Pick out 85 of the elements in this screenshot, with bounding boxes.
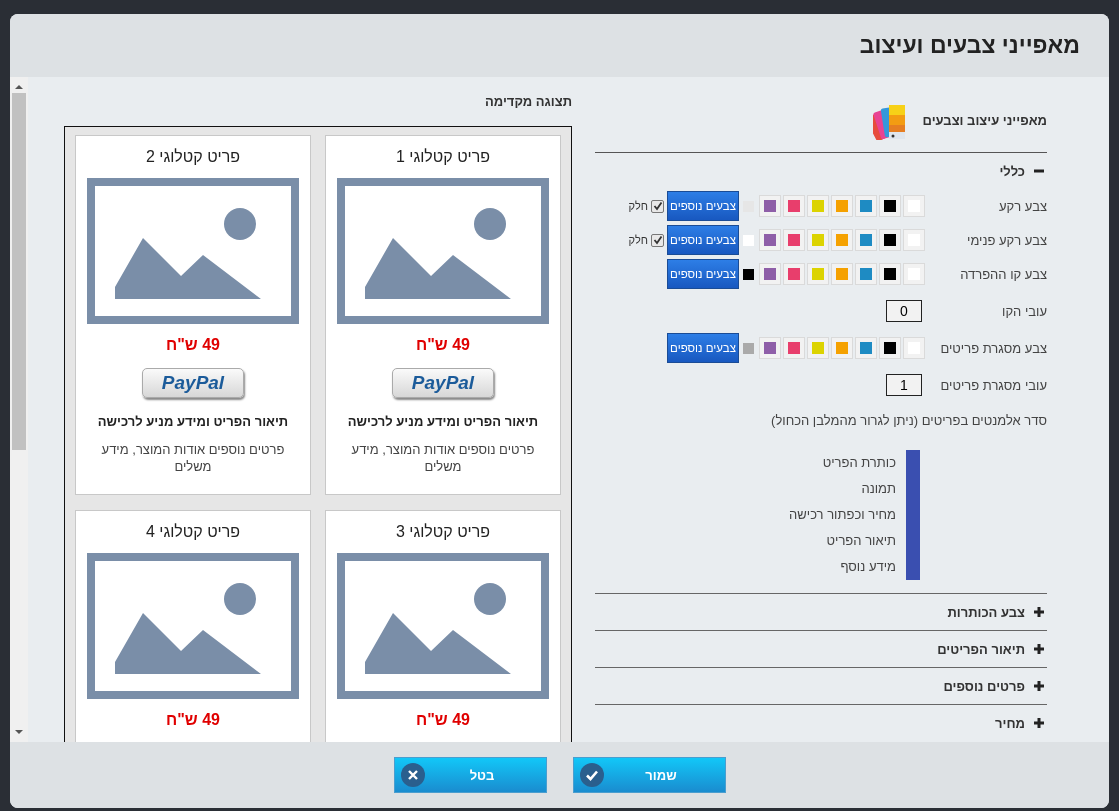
section-title[interactable]: פרטים נוספים <box>943 678 1025 694</box>
scrollbar[interactable] <box>10 77 28 742</box>
color-swatch[interactable] <box>855 229 877 251</box>
image-placeholder-icon <box>337 553 549 699</box>
card-details: פרטים נוספים אודות המוצר, מידע משלים <box>350 441 536 475</box>
section-title[interactable]: מחיר <box>995 715 1025 731</box>
field-label: עובי מסגרת פריטים <box>939 377 1047 393</box>
color-swatch[interactable] <box>903 337 925 359</box>
more-colors-button[interactable]: צבעים נוספים <box>667 259 739 289</box>
checkbox[interactable] <box>651 199 664 213</box>
list-item: תמונה <box>861 481 896 496</box>
card-description: תיאור הפריט ומידע מניע לרכישה <box>347 414 539 429</box>
field-label: עובי הקו <box>1001 303 1047 319</box>
card-title: פריט קטלוגי 1 <box>395 148 491 167</box>
card-details: פרטים נוספים אודות המוצר, מידע משלים <box>100 441 286 475</box>
color-swatch[interactable] <box>903 229 925 251</box>
color-swatch[interactable] <box>831 337 853 359</box>
plus-icon[interactable] <box>1033 680 1045 692</box>
card-title: פריט קטלוגי 3 <box>395 523 491 542</box>
preview-title: תצוגה מקדימה <box>483 94 572 111</box>
color-swatch[interactable] <box>807 229 829 251</box>
color-swatch[interactable] <box>879 195 901 217</box>
card-description: תיאור הפריט ומידע מניע לרכישה <box>97 414 289 429</box>
number-field[interactable]: 1 <box>886 374 922 396</box>
color-swatch[interactable] <box>879 263 901 285</box>
color-swatch[interactable] <box>807 337 829 359</box>
color-swatch[interactable] <box>783 263 805 285</box>
more-colors-button[interactable]: צבעים נוספים <box>667 225 739 255</box>
dialog-title: מאפייני צבעים ועיצוב <box>859 32 1080 59</box>
paypal-button[interactable]: PayPal <box>142 368 244 398</box>
image-placeholder-icon <box>337 178 549 324</box>
color-swatch[interactable] <box>831 229 853 251</box>
close-icon <box>400 763 425 787</box>
drag-handle[interactable] <box>906 553 920 580</box>
plus-icon[interactable] <box>1033 606 1045 618</box>
field-label: צבע מסגרת פריטים <box>939 340 1047 356</box>
more-colors-button[interactable]: צבעים נוספים <box>667 333 739 363</box>
color-swatch[interactable] <box>903 195 925 217</box>
color-swatch[interactable] <box>855 195 877 217</box>
list-item: מחיר וכפתור רכישה <box>789 507 896 522</box>
color-swatch[interactable] <box>783 229 805 251</box>
section-title[interactable]: כללי <box>999 163 1025 179</box>
settings-heading: מאפייני עיצוב וצבעים <box>922 113 1047 128</box>
color-swatch[interactable] <box>759 229 781 251</box>
color-swatch[interactable] <box>855 337 877 359</box>
color-swatch[interactable] <box>879 337 901 359</box>
color-swatch[interactable] <box>759 195 781 217</box>
field-label: סדר אלמנטים בפריטים (ניתן לגרור מהמלבן הכחול) <box>770 413 1047 430</box>
field-label: צבע רקע פנימי <box>966 232 1047 248</box>
checkbox-label: חלק <box>628 200 648 212</box>
field-label: צבע קו ההפרדה <box>959 266 1047 282</box>
color-swatch[interactable] <box>879 229 901 251</box>
price: 49 ש"ח <box>416 336 470 354</box>
price: 49 ש"ח <box>166 336 220 354</box>
list-item: מידע נוסף <box>840 559 896 574</box>
card-title: פריט קטלוגי 4 <box>145 523 241 542</box>
check-icon <box>579 763 604 787</box>
color-swatch[interactable] <box>759 337 781 359</box>
checkbox[interactable] <box>651 233 664 247</box>
plus-icon[interactable] <box>1033 643 1045 655</box>
color-swatch[interactable] <box>783 195 805 217</box>
field-label: צבע רקע <box>998 198 1047 214</box>
color-swatch[interactable] <box>831 263 853 285</box>
color-swatch[interactable] <box>807 195 829 217</box>
color-swatch[interactable] <box>831 195 853 217</box>
color-swatch[interactable] <box>903 263 925 285</box>
price: 49 ש"ח <box>416 711 470 729</box>
list-item: כותרת הפריט <box>822 455 896 470</box>
checkbox-label: חלק <box>628 234 648 246</box>
more-colors-button[interactable]: צבעים נוספים <box>667 191 739 221</box>
plus-icon[interactable] <box>1033 717 1045 729</box>
section-title[interactable]: צבע הכותרות <box>947 604 1025 620</box>
image-placeholder-icon <box>87 553 299 699</box>
card-title: פריט קטלוגי 2 <box>145 148 241 167</box>
price: 49 ש"ח <box>166 711 220 729</box>
image-placeholder-icon <box>87 178 299 324</box>
list-item: תיאור הפריט <box>826 533 896 548</box>
color-swatch[interactable] <box>759 263 781 285</box>
color-swatch[interactable] <box>807 263 829 285</box>
color-swatch[interactable] <box>855 263 877 285</box>
color-swatch[interactable] <box>783 337 805 359</box>
number-field[interactable]: 0 <box>886 300 922 322</box>
section-title[interactable]: תיאור הפריטים <box>937 641 1025 657</box>
drag-handle[interactable] <box>906 449 920 476</box>
paypal-button[interactable]: PayPal <box>392 368 494 398</box>
